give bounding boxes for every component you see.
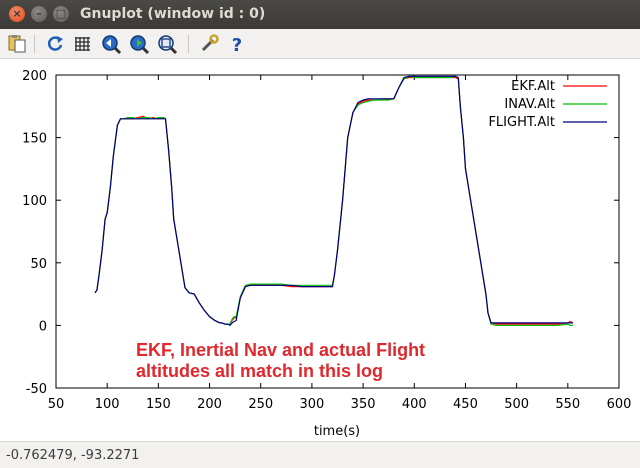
series-line-inav-alt bbox=[94, 75, 573, 326]
title-bar[interactable]: × – □ Gnuplot (window id : 0) bbox=[0, 0, 640, 29]
x-axis-label: time(s) bbox=[314, 424, 360, 439]
zoom-next-button[interactable] bbox=[128, 33, 150, 55]
toolbar-separator bbox=[34, 35, 35, 53]
x-tick-label: 200 bbox=[197, 397, 222, 412]
series-line-flight-alt bbox=[94, 75, 573, 326]
x-tick-label: 350 bbox=[351, 397, 376, 412]
x-tick-label: 300 bbox=[299, 397, 324, 412]
x-tick-label: 50 bbox=[48, 397, 65, 412]
legend-label: EKF.Alt bbox=[511, 79, 555, 94]
copy-clipboard-button[interactable] bbox=[6, 33, 28, 55]
help-button[interactable]: ? bbox=[226, 33, 248, 55]
autoscale-icon bbox=[158, 35, 178, 55]
replot-button[interactable] bbox=[44, 33, 66, 55]
settings-icon bbox=[201, 34, 219, 52]
plot-area[interactable]: 50 100 150 200 250 300 350 400 450 500 550 600 -50 0… bbox=[0, 59, 640, 441]
close-icon: × bbox=[12, 7, 22, 20]
x-tick-label: 450 bbox=[453, 397, 478, 412]
legend-label: FLIGHT.Alt bbox=[488, 115, 555, 130]
help-icon: ? bbox=[232, 35, 242, 55]
altitude-chart[interactable]: 50 100 150 200 250 300 350 400 450 500 550 600 -50 0… bbox=[0, 59, 640, 441]
y-tick-label: 50 bbox=[30, 257, 47, 272]
annotation-line-1: EKF, Inertial Nav and actual Flight bbox=[136, 340, 425, 360]
close-window-button[interactable]: × bbox=[9, 6, 25, 22]
gnuplot-window: × – □ Gnuplot (window id : 0) ? 50 100 1… bbox=[0, 0, 640, 468]
zoom-previous-button[interactable] bbox=[100, 33, 122, 55]
grid-icon bbox=[75, 37, 90, 51]
svg-text:?: ? bbox=[232, 35, 242, 55]
replot-icon bbox=[47, 36, 63, 51]
annotation-line-2: altitudes all match in this log bbox=[136, 361, 383, 381]
y-tick-label: -50 bbox=[26, 382, 47, 397]
maximize-window-button[interactable]: □ bbox=[53, 6, 69, 22]
window-title: Gnuplot (window id : 0) bbox=[80, 6, 266, 22]
y-tick-label: 100 bbox=[22, 194, 47, 209]
y-tick-label: 200 bbox=[22, 69, 47, 84]
y-tick-label: 0 bbox=[39, 319, 47, 334]
status-bar: -0.762479, -93.2271 bbox=[0, 441, 640, 468]
minimize-window-button[interactable]: – bbox=[31, 6, 47, 22]
zoom-next-icon bbox=[130, 35, 150, 55]
x-tick-label: 500 bbox=[504, 397, 529, 412]
mouse-coordinates: -0.762479, -93.2271 bbox=[6, 448, 140, 463]
toolbar: ? bbox=[0, 29, 640, 59]
maximize-icon: □ bbox=[55, 7, 67, 20]
x-tick-label: 550 bbox=[555, 397, 580, 412]
zoom-previous-icon bbox=[102, 35, 122, 55]
toolbar-separator bbox=[188, 35, 189, 53]
x-tick-label: 250 bbox=[248, 397, 273, 412]
x-tick-label: 100 bbox=[95, 397, 120, 412]
settings-button[interactable] bbox=[198, 33, 220, 55]
copy-clipboard-icon bbox=[8, 35, 26, 53]
x-tick-label: 600 bbox=[607, 397, 632, 412]
legend-label: INAV.Alt bbox=[504, 97, 555, 112]
x-tick-label: 400 bbox=[402, 397, 427, 412]
x-tick-label: 150 bbox=[146, 397, 171, 412]
minimize-icon: – bbox=[36, 7, 42, 20]
grid-toggle-button[interactable] bbox=[72, 33, 94, 55]
autoscale-button[interactable] bbox=[156, 33, 178, 55]
y-tick-label: 150 bbox=[22, 132, 47, 147]
